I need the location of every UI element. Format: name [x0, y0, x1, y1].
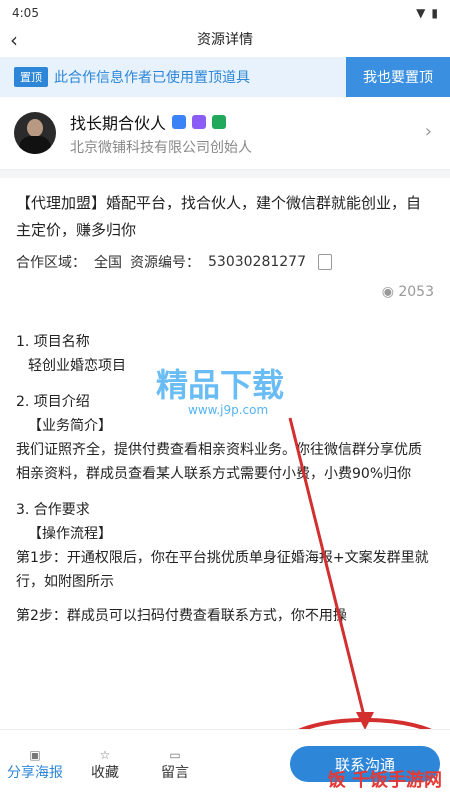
resource-id-value: 53030281277 [208, 254, 306, 270]
author-name-row: 找长期合伙人 [70, 110, 252, 134]
watermark-sub: www.j9p.com [188, 403, 269, 417]
views-count: ◉ 2053 [0, 280, 450, 300]
author-info: 找长期合伙人 北京微铺科技有限公司创始人 [70, 110, 252, 157]
status-bar: 4:05 ▼ ▮ [0, 0, 450, 26]
enterprise-shield-icon [192, 114, 207, 129]
share-poster-tab[interactable]: ▣ 分享海报 [0, 748, 70, 782]
wifi-icon: ▼ [416, 6, 426, 20]
favorite-label: 收藏 [91, 765, 119, 781]
region-value: 全国 [94, 255, 122, 271]
site-logo: 饭 千饭手游网 [327, 770, 442, 791]
section-divider [0, 170, 450, 178]
region-label: 合作区域： [16, 255, 86, 271]
copy-icon[interactable] [317, 254, 332, 270]
title-bar: ‹ 资源详情 [0, 26, 450, 52]
pin-top-button[interactable]: 我也要置顶 [346, 57, 450, 97]
section-3-step1: 第1步：开通权限后，你在平台挑优质单身征婚海报+文案发群里就行，如附图所示 [16, 550, 429, 590]
back-icon[interactable]: ‹ [10, 28, 18, 52]
watermark: 精品下载 [156, 366, 285, 404]
top-tag: 置顶 [14, 67, 48, 87]
section-1-title: 1. 项目名称 [16, 334, 90, 350]
views-value: 2053 [398, 284, 434, 300]
eye-icon: ◉ [381, 284, 394, 300]
favorite-tab[interactable]: ☆ 收藏 [70, 748, 140, 782]
author-card[interactable]: 找长期合伙人 北京微铺科技有限公司创始人 › [0, 97, 450, 170]
post-title: 【代理加盟】婚配平台，找合伙人，建个微信群就能创业，自主定价，赚多归你 [16, 194, 422, 239]
section-2-body: 我们证照齐全，提供付费查看相亲资料业务。你往微信群分享优质相亲资料，群成员查看某… [16, 442, 422, 482]
section-3-title: 3. 合作要求 [16, 502, 90, 518]
verified-shield-icon [172, 114, 187, 129]
share-poster-label: 分享海报 [7, 765, 63, 781]
author-company: 北京微铺科技有限公司创始人 [70, 139, 252, 156]
resource-id-label: 资源编号： [130, 255, 200, 271]
credit-badge-icon [212, 114, 227, 129]
author-name: 找长期合伙人 [70, 113, 167, 133]
image-icon: ▣ [29, 748, 41, 762]
meta-row: 合作区域： 全国 资源编号： 53030281277 [0, 244, 450, 280]
comment-tab[interactable]: ▭ 留言 [140, 748, 210, 782]
status-icons: ▼ ▮ [416, 6, 438, 20]
chevron-right-icon[interactable]: › [425, 121, 432, 142]
avatar-face [27, 119, 43, 137]
status-time: 4:05 [12, 6, 39, 20]
post-content: 1. 项目名称 轻创业婚恋项目 2. 项目介绍 【业务简介】 我们证照齐全，提供… [0, 300, 450, 628]
battery-icon: ▮ [431, 6, 438, 20]
avatar-suit [19, 136, 51, 154]
section-3-step2: 第2步：群成员可以扫码付费查看联系方式，你不用操 [16, 608, 347, 624]
comment-label: 留言 [161, 765, 189, 781]
top-promo-banner: 置顶 此合作信息作者已使用置顶道具 我也要置顶 [0, 57, 450, 97]
comment-icon: ▭ [169, 748, 181, 762]
promo-text: 此合作信息作者已使用置顶道具 [54, 70, 250, 86]
section-2-sub: 【业务简介】 [28, 418, 112, 434]
page-title: 资源详情 [197, 32, 253, 48]
avatar [14, 112, 56, 154]
star-icon: ☆ [99, 748, 111, 762]
bottom-bar: ▣ 分享海报 ☆ 收藏 ▭ 留言 联系沟通 饭 千饭手游网 [0, 729, 450, 800]
section-3-sub: 【操作流程】 [28, 526, 112, 542]
